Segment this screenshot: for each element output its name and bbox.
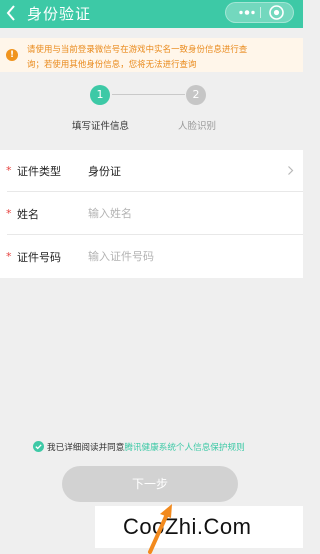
progress-steps: 1 2 填写证件信息 人脸识别 xyxy=(0,72,303,142)
next-step-button[interactable]: 下一步 xyxy=(62,466,238,502)
name-input[interactable] xyxy=(88,203,268,223)
back-arrow-icon[interactable] xyxy=(4,2,18,24)
id-type-value[interactable]: 身份证 xyxy=(88,163,121,179)
privacy-rules-link[interactable]: 腾讯健康系统个人信息保护规则 xyxy=(124,443,244,453)
watermark: CooZhi.Com xyxy=(95,506,303,548)
capsule-divider xyxy=(260,7,261,18)
id-type-label: 证件类型 xyxy=(17,165,61,178)
miniprogram-capsule xyxy=(225,2,294,23)
notice-line-1: 请使用与当前登录微信号在游戏中实名一致身份信息进行查 xyxy=(27,44,248,54)
notice-banner: ! 请使用与当前登录微信号在游戏中实名一致身份信息进行查 询；若使用其他身份信息… xyxy=(0,38,303,72)
agreement-text: 我已详细阅读并同意腾讯健康系统个人信息保护规则 xyxy=(47,441,245,453)
pointer-arrow-icon xyxy=(148,504,172,554)
chevron-right-icon xyxy=(288,166,294,175)
row-divider xyxy=(7,191,303,192)
identity-form: * 证件类型 身份证 * 姓名 * 证件号码 xyxy=(0,150,303,278)
row-divider xyxy=(7,234,303,235)
close-miniprogram-icon[interactable] xyxy=(268,4,285,21)
step-connector xyxy=(112,94,185,95)
notice-text: 请使用与当前登录微信号在游戏中实名一致身份信息进行查 询；若使用其他身份信息，您… xyxy=(27,42,297,72)
agreement-row: 我已详细阅读并同意腾讯健康系统个人信息保护规则 xyxy=(0,439,303,455)
required-mark: * xyxy=(6,250,12,263)
id-type-row[interactable]: * 证件类型 身份证 xyxy=(0,150,303,192)
id-number-input[interactable] xyxy=(88,246,268,266)
name-row: * 姓名 xyxy=(0,193,303,235)
step-1-indicator: 1 xyxy=(90,85,110,105)
required-mark: * xyxy=(6,207,12,220)
step-2-label: 人脸识别 xyxy=(178,121,217,132)
notice-line-2: 询；若使用其他身份信息，您将无法进行查询 xyxy=(27,59,197,69)
name-label: 姓名 xyxy=(17,208,39,221)
agreement-prefix: 我已详细阅读并同意 xyxy=(47,443,125,453)
page-title: 身份验证 xyxy=(27,5,92,23)
required-mark: * xyxy=(6,164,12,177)
more-icon[interactable] xyxy=(236,3,258,22)
step-2-indicator: 2 xyxy=(186,85,206,105)
step-1-label: 填写证件信息 xyxy=(72,121,130,132)
warning-icon: ! xyxy=(6,49,18,61)
title-bar: 身份验证 xyxy=(0,0,303,28)
checkbox-checked-icon[interactable] xyxy=(33,441,44,452)
id-number-row: * 证件号码 xyxy=(0,236,303,278)
id-number-label: 证件号码 xyxy=(17,251,61,264)
